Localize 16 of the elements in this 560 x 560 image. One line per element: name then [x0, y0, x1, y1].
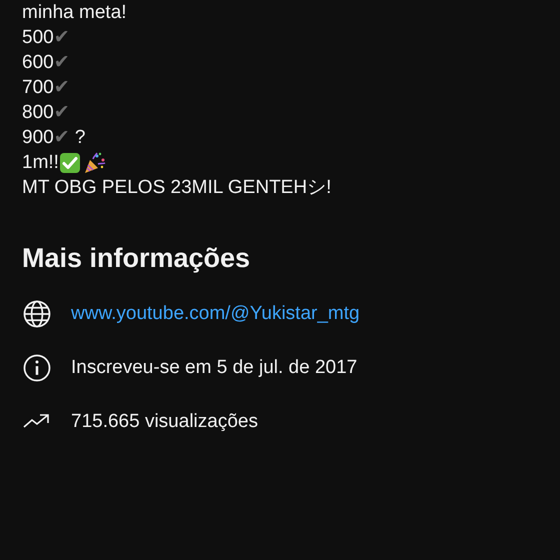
info-icon — [22, 353, 52, 383]
section-heading: Mais informações — [22, 242, 250, 275]
join-date: Inscreveu-se em 5 de jul. de 2017 — [71, 356, 358, 380]
description-line: 1m!! — [22, 151, 59, 175]
description-line: 700✔ — [22, 75, 70, 100]
globe-icon — [22, 299, 52, 329]
description-line: 600✔ — [22, 50, 70, 75]
description-line: MT OBG PELOS 23MIL GENTEHシ! — [22, 176, 332, 200]
description-line: 500✔ — [22, 25, 70, 50]
description-line: 900✔ ? — [22, 125, 86, 150]
description-line: minha meta! — [22, 1, 127, 25]
description-line: 800✔ — [22, 100, 70, 125]
view-count: 715.665 visualizações — [71, 410, 258, 434]
channel-link[interactable]: www.youtube.com/@Yukistar_mtg — [71, 300, 360, 328]
party-popper-icon — [82, 152, 107, 174]
check-box-icon — [58, 152, 81, 174]
